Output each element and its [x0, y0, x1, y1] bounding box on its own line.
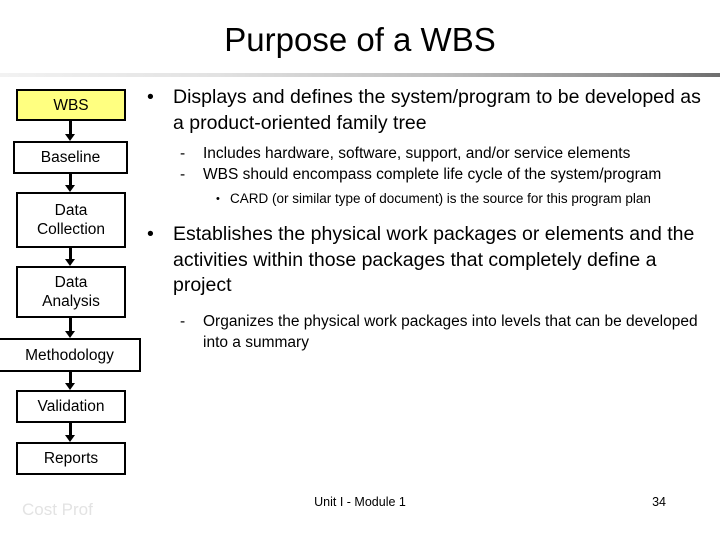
flowchart-box-data-analysis[interactable]: Data Analysis [16, 266, 126, 318]
slide-canvas: Purpose of a WBS WBS Baseline Data Colle… [0, 0, 720, 540]
flowchart-box-validation[interactable]: Validation [16, 390, 126, 423]
wbs-process-flowchart: WBS Baseline Data Collection Data Analys… [0, 0, 150, 540]
flowchart-box-methodology[interactable]: Methodology [0, 338, 141, 372]
flowchart-box-wbs[interactable]: WBS [16, 89, 126, 121]
watermark-text: Cost Prof [22, 500, 93, 519]
flowchart-arrow-4 [65, 318, 76, 338]
bullet-marker-icon: • [216, 193, 220, 205]
flowchart-arrow-1 [65, 121, 76, 141]
flowchart-arrow-3 [65, 248, 76, 266]
flowchart-arrow-6 [65, 423, 76, 442]
bullet-text: Organizes the physical work packages int… [203, 312, 698, 351]
bullet-marker-icon: • [147, 86, 154, 108]
flowchart-box-data-collection[interactable]: Data Collection [16, 192, 126, 248]
dash-marker-icon: - [180, 145, 186, 162]
bullet-level2: - Organizes the physical work packages i… [140, 311, 715, 353]
flowchart-arrow-5 [65, 372, 76, 390]
bullet-text: CARD (or similar type of document) is th… [230, 191, 651, 206]
slide-body: • Displays and defines the system/progra… [140, 85, 715, 353]
bullet-level2: - Includes hardware, software, support, … [140, 143, 715, 164]
bullet-level3: • CARD (or similar type of document) is … [140, 190, 715, 208]
bullet-text: Displays and defines the system/program … [173, 86, 701, 134]
bullet-level1: • Displays and defines the system/progra… [140, 85, 715, 136]
flowchart-box-baseline[interactable]: Baseline [13, 141, 128, 174]
bullet-level2: - WBS should encompass complete life cyc… [140, 164, 715, 185]
page-number: 34 [652, 495, 666, 509]
footer-text: Unit I - Module 1 [314, 495, 406, 509]
bullet-text: Includes hardware, software, support, an… [203, 145, 631, 162]
flowchart-box-reports[interactable]: Reports [16, 442, 126, 475]
bullet-marker-icon: • [147, 223, 154, 245]
bullet-text: WBS should encompass complete life cycle… [203, 166, 662, 183]
dash-marker-icon: - [180, 166, 186, 183]
dash-marker-icon: - [180, 312, 186, 330]
bullet-text: Establishes the physical work packages o… [173, 223, 695, 296]
bullet-level1: • Establishes the physical work packages… [140, 222, 715, 299]
flowchart-arrow-2 [65, 174, 76, 192]
